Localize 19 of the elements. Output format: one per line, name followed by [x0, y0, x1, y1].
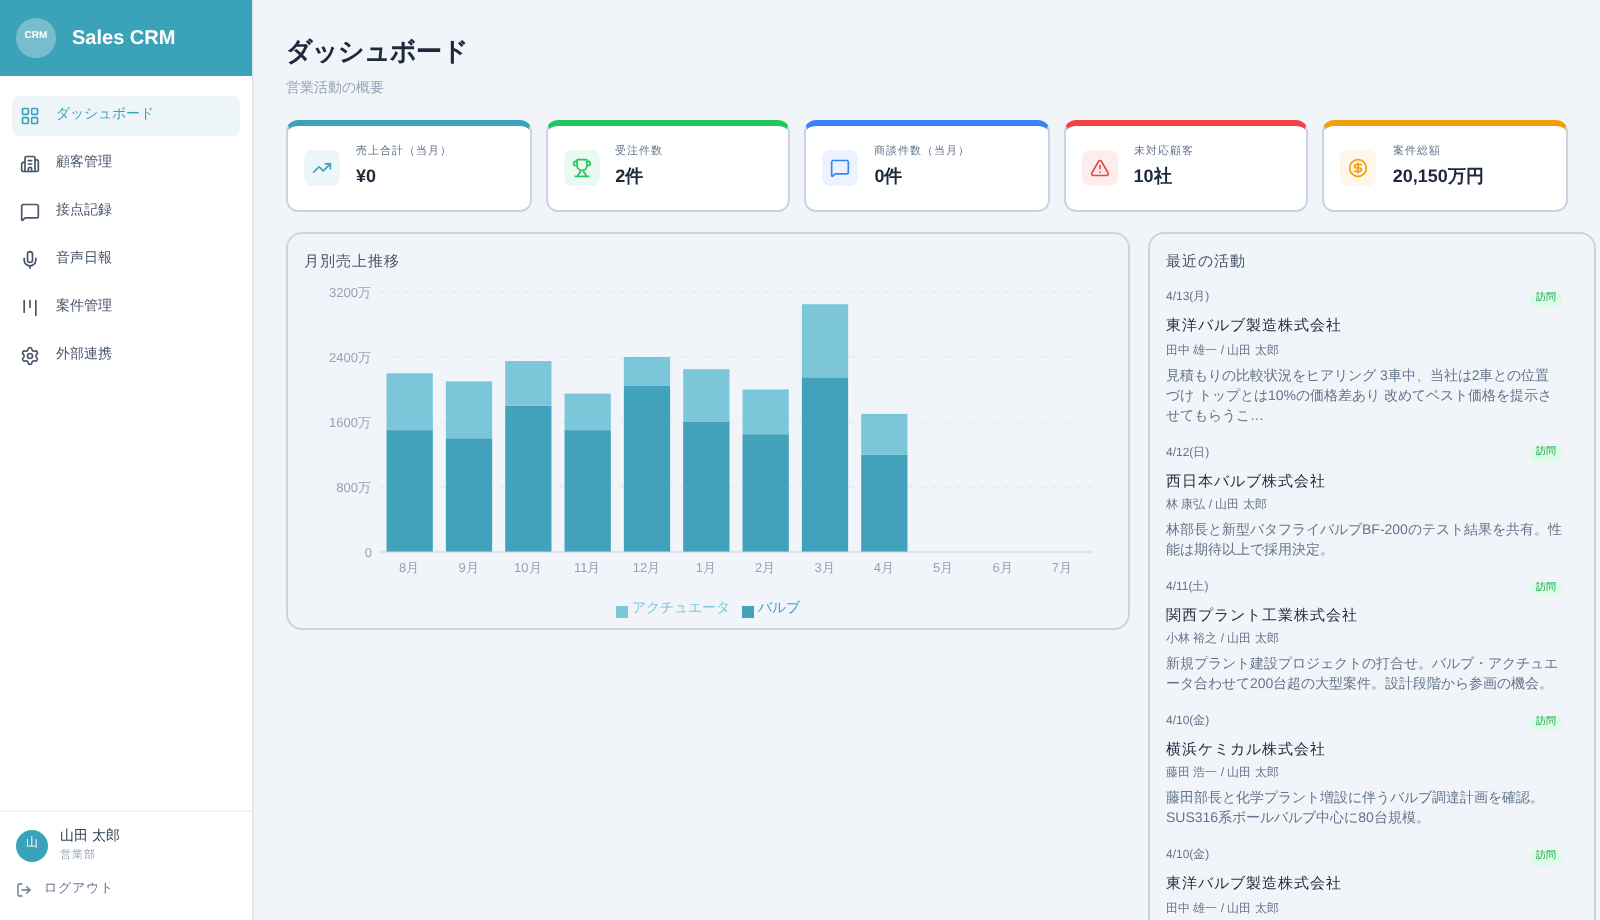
settings-icon — [20, 346, 40, 366]
stat-value: 0件 — [874, 164, 905, 191]
stat-value: ¥0 — [356, 164, 379, 191]
logout-icon — [16, 882, 32, 899]
grid-icon — [20, 106, 40, 126]
columns-icon — [20, 298, 40, 318]
app-name: Sales CRM — [72, 25, 176, 53]
coin-icon — [1348, 158, 1369, 178]
stat-value: 2件 — [615, 164, 646, 191]
chat-icon — [830, 158, 851, 178]
stat-value: 20,150万円 — [1392, 164, 1484, 191]
warning-icon — [1089, 158, 1110, 178]
building-icon — [20, 154, 40, 174]
chat-icon — [20, 202, 40, 222]
page-title: ダッシュボード — [286, 34, 470, 70]
trophy-icon — [571, 158, 592, 178]
trend-up-icon — [312, 158, 332, 178]
stat-value: 10社 — [1133, 164, 1174, 191]
microphone-icon — [20, 250, 40, 270]
